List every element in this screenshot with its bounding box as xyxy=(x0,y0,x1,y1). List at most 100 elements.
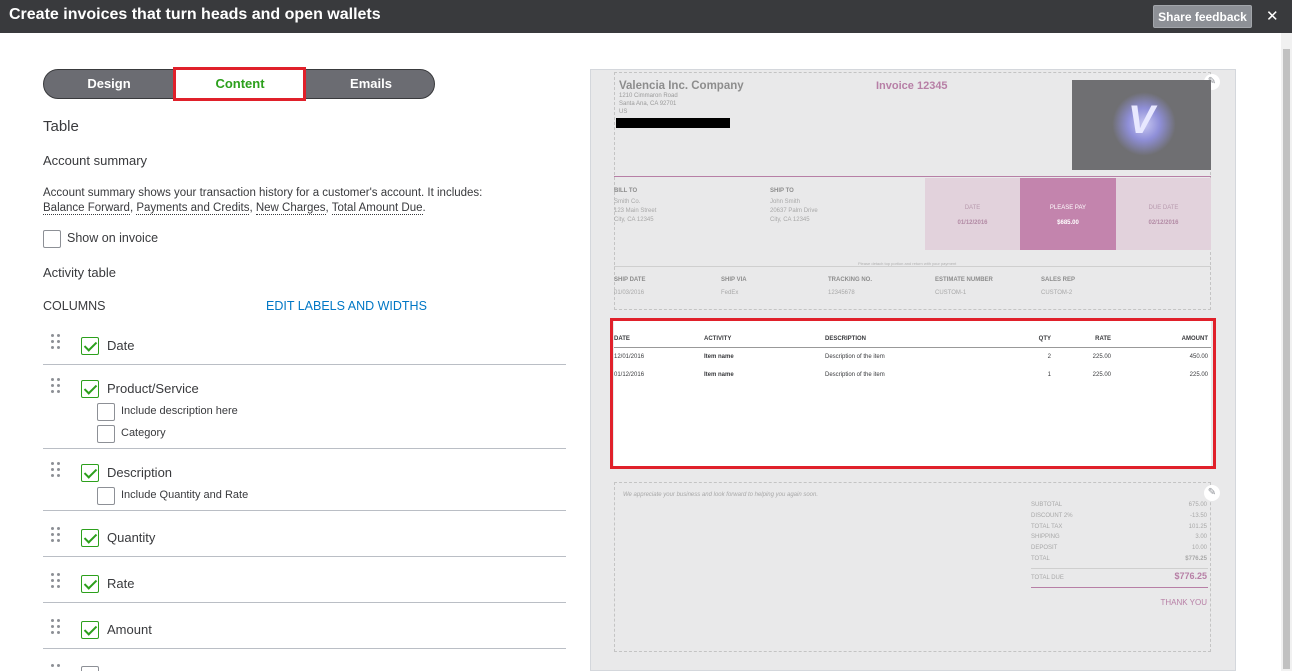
payments-credits-term[interactable]: Payments and Credits xyxy=(136,202,250,215)
estimate-number-label: ESTIMATE NUMBER xyxy=(935,277,993,283)
date-column-checkbox[interactable] xyxy=(81,337,99,355)
account-summary-heading: Account summary xyxy=(43,153,148,168)
activity-table-heading: Activity table xyxy=(43,265,116,280)
tab-emails[interactable]: Emails xyxy=(306,70,434,98)
new-charges-term[interactable]: New Charges xyxy=(255,202,326,215)
drag-handle-icon[interactable] xyxy=(51,378,61,394)
pencil-icon[interactable]: ✎ xyxy=(1204,485,1220,501)
divider xyxy=(614,266,1211,267)
ship-via-value: FedEx xyxy=(721,290,739,296)
settings-panel: Design Content Emails Table Account summ… xyxy=(0,33,580,671)
divider xyxy=(43,648,566,649)
ship-via-label: SHIP VIA xyxy=(721,277,747,283)
page-title: Create invoices that turn heads and open… xyxy=(9,6,381,23)
header-accent-line xyxy=(614,176,1211,177)
top-bar: Create invoices that turn heads and open… xyxy=(0,0,1292,33)
category-checkbox[interactable] xyxy=(97,425,115,443)
share-feedback-button[interactable]: Share feedback xyxy=(1153,5,1252,28)
total-label: TOTAL xyxy=(1031,556,1050,562)
product-service-column-label: Product/Service xyxy=(107,381,199,396)
drag-handle-icon[interactable] xyxy=(51,462,61,478)
columns-heading: COLUMNS xyxy=(43,299,106,313)
divider xyxy=(1031,568,1208,569)
invoice-title: Invoice 12345 xyxy=(876,80,948,92)
invoice-date-box: DATE 01/12/2016 xyxy=(925,178,1020,250)
thank-you-text: THANK YOU xyxy=(1160,598,1207,607)
drag-handle-icon[interactable] xyxy=(51,664,61,671)
category-label: Category xyxy=(121,427,166,439)
quantity-column-label: Quantity xyxy=(107,530,156,545)
amount-column-label: Amount xyxy=(107,622,152,637)
deposit-value: 10.00 xyxy=(1191,545,1207,551)
amount-column-checkbox[interactable] xyxy=(81,621,99,639)
subtotal-value: 675.00 xyxy=(1188,502,1207,508)
table-heading: Table xyxy=(43,118,79,135)
description-column-label: Description xyxy=(107,465,173,480)
next-column-checkbox[interactable] xyxy=(81,666,99,671)
divider xyxy=(43,602,566,603)
show-on-invoice-label: Show on invoice xyxy=(67,231,159,245)
bill-to-line: Smith Co. xyxy=(614,199,641,205)
tracking-label: TRACKING NO. xyxy=(828,277,872,283)
company-name: Valencia Inc. Company xyxy=(619,80,744,92)
total-tax-label: TOTAL TAX xyxy=(1031,524,1063,530)
total-value: $776.25 xyxy=(1185,556,1207,562)
edit-labels-widths-link[interactable]: EDIT LABELS AND WIDTHS xyxy=(266,299,427,313)
show-on-invoice-checkbox[interactable] xyxy=(43,230,61,248)
company-address-line: Santa Ana, CA 92701 xyxy=(619,101,677,107)
shipping-label: SHIPPING xyxy=(1031,534,1060,540)
divider xyxy=(43,448,566,449)
tab-design[interactable]: Design xyxy=(44,70,174,98)
please-pay-box: PLEASE PAY $685.00 xyxy=(1020,178,1116,250)
ship-date-label: SHIP DATE xyxy=(614,277,646,283)
company-logo: V xyxy=(1072,80,1211,170)
ship-to-label: SHIP TO xyxy=(770,188,794,194)
total-amount-due-term[interactable]: Total Amount Due xyxy=(331,202,423,215)
company-address-line: US xyxy=(619,109,628,115)
tracking-value: 12345678 xyxy=(828,290,855,296)
company-address-line: 1210 Cimmaron Road xyxy=(619,93,678,99)
drag-handle-icon[interactable] xyxy=(51,334,61,350)
description-column-checkbox[interactable] xyxy=(81,464,99,482)
quantity-column-checkbox[interactable] xyxy=(81,529,99,547)
subtotal-label: SUBTOTAL xyxy=(1031,502,1063,508)
product-service-column-checkbox[interactable] xyxy=(81,380,99,398)
redaction-bar xyxy=(616,118,730,128)
divider xyxy=(43,510,566,511)
invoice-footer-section[interactable] xyxy=(614,482,1211,652)
preview-scrollbar[interactable] xyxy=(1281,33,1292,671)
bill-to-line: City, CA 12345 xyxy=(614,217,654,223)
rate-column-checkbox[interactable] xyxy=(81,575,99,593)
deposit-label: DEPOSIT xyxy=(1031,545,1058,551)
drag-handle-icon[interactable] xyxy=(51,573,61,589)
discount-value: -13.50 xyxy=(1189,513,1207,519)
total-due-label: TOTAL DUE xyxy=(1031,575,1064,581)
drag-handle-icon[interactable] xyxy=(51,619,61,635)
divider xyxy=(43,556,566,557)
total-due-value: $776.25 xyxy=(1174,571,1207,581)
ship-date-value: 01/03/2016 xyxy=(614,290,645,296)
bill-to-line: 123 Main Street xyxy=(614,208,657,214)
total-due-underline xyxy=(1031,587,1208,588)
scrollbar-thumb[interactable] xyxy=(1283,49,1290,669)
include-description-label: Include description here xyxy=(121,405,238,417)
shipping-value: 3.00 xyxy=(1195,534,1207,540)
footer-message: We appreciate your business and look for… xyxy=(623,492,819,498)
ship-to-line: 20637 Palm Drive xyxy=(770,208,818,214)
activity-table-highlight xyxy=(610,318,1216,469)
ship-to-line: City, CA 12345 xyxy=(770,217,810,223)
sales-rep-label: SALES REP xyxy=(1041,277,1076,283)
estimate-number-value: CUSTOM-1 xyxy=(935,290,967,296)
include-description-checkbox[interactable] xyxy=(97,403,115,421)
close-icon[interactable]: ✕ xyxy=(1266,7,1279,25)
rate-column-label: Rate xyxy=(107,576,135,591)
sales-rep-value: CUSTOM-2 xyxy=(1041,290,1073,296)
include-quantity-rate-label: Include Quantity and Rate xyxy=(121,489,249,501)
divider xyxy=(43,364,566,365)
include-quantity-rate-checkbox[interactable] xyxy=(97,487,115,505)
discount-label: DISCOUNT 2% xyxy=(1031,513,1073,519)
balance-forward-term[interactable]: Balance Forward xyxy=(43,202,130,215)
drag-handle-icon[interactable] xyxy=(51,527,61,543)
total-tax-value: 101.25 xyxy=(1188,524,1207,530)
account-summary-description: Account summary shows your transaction h… xyxy=(43,187,483,215)
